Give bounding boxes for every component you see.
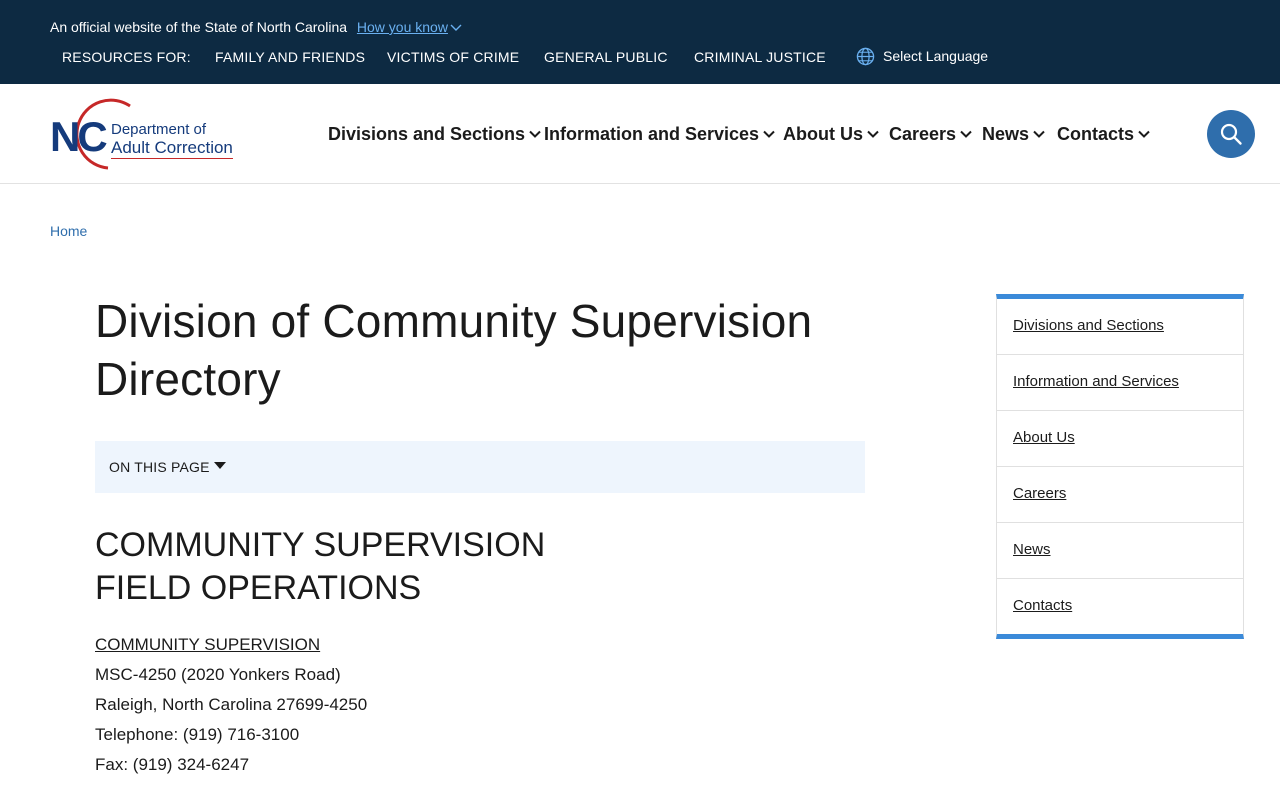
nav-label: News [982,124,1030,144]
chevron-down-icon [529,130,541,138]
address-line-1: MSC-4250 (2020 Yonkers Road) [95,665,341,684]
official-notice: An official website of the State of Nort… [50,17,462,37]
nav-label: Information and Services [544,124,760,144]
sidebar-item-label: Contacts [1013,597,1073,614]
caret-down-icon [213,461,226,469]
address-line-2: Raleigh, North Carolina 27699-4250 [95,695,368,714]
contact-address: COMMUNITY SUPERVISION MSC-4250 (2020 Yon… [95,630,367,780]
resources-label: RESOURCES FOR: [62,49,191,65]
section-heading: COMMUNITY SUPERVISION FIELD OPERATIONS [95,524,695,610]
logo-adult-correction-text: Adult Correction [111,138,233,159]
site-header: NC Department of Adult Correction Divisi… [0,84,1280,184]
resource-general-public[interactable]: GENERAL PUBLIC [544,47,668,67]
chevron-down-icon [1138,130,1150,138]
how-you-know-link[interactable]: How you know [357,19,462,35]
sidebar-item-divisions-and-sections[interactable]: Divisions and Sections [997,299,1243,355]
nav-label: Divisions and Sections [328,124,526,144]
address-fax: Fax: (919) 324-6247 [95,755,250,774]
address-telephone: Telephone: (919) 716-3100 [95,725,300,744]
resource-victims-of-crime[interactable]: VICTIMS OF CRIME [387,47,519,67]
on-this-page-label: ON THIS PAGE [109,459,210,475]
select-language-button[interactable]: Select Language [856,46,988,66]
nav-label: About Us [783,124,863,144]
sidebar-nav: Divisions and Sections Information and S… [996,294,1244,639]
chevron-down-icon [450,24,462,32]
section-heading-line-1: COMMUNITY SUPERVISION [95,526,546,564]
nav-label: Careers [889,124,957,144]
resource-criminal-justice[interactable]: CRIMINAL JUSTICE [694,47,826,67]
select-language-label: Select Language [883,48,989,64]
sidebar-item-news[interactable]: News [997,523,1243,579]
address-org-link[interactable]: COMMUNITY SUPERVISION [95,630,367,660]
sidebar-item-label: About Us [1013,429,1075,446]
nav-information-and-services[interactable]: Information and Services [544,122,775,146]
sidebar-item-contacts[interactable]: Contacts [997,579,1243,634]
nav-news[interactable]: News [982,122,1045,146]
how-you-know-label: How you know [356,19,448,35]
on-this-page-toggle[interactable]: ON THIS PAGE [109,458,226,476]
on-this-page-panel: ON THIS PAGE [95,441,865,493]
chevron-down-icon [1033,130,1045,138]
page-title-line-1: Division of Community Supervision [95,295,813,347]
logo-nc: NC [50,113,108,160]
sidebar-item-label: Information and Services [1013,373,1179,390]
section-heading-line-2: FIELD OPERATIONS [95,569,422,607]
sidebar-item-information-and-services[interactable]: Information and Services [997,355,1243,411]
nav-label: Contacts [1057,124,1135,144]
globe-icon [856,47,875,65]
site-logo[interactable]: NC Department of Adult Correction [50,96,250,172]
sidebar-item-label: Careers [1013,485,1067,502]
official-text: An official website of the State of Nort… [50,19,348,35]
sidebar-item-label: News [1013,541,1051,558]
nav-contacts[interactable]: Contacts [1057,122,1150,146]
nav-divisions-and-sections[interactable]: Divisions and Sections [328,122,541,146]
chevron-down-icon [960,130,972,138]
sidebar-item-careers[interactable]: Careers [997,467,1243,523]
chevron-down-icon [867,130,879,138]
logo-department-text: Department of [111,121,207,138]
nav-about-us[interactable]: About Us [783,122,879,146]
search-button[interactable] [1207,110,1255,158]
official-banner: An official website of the State of Nort… [0,0,1280,84]
breadcrumb: Home [50,222,87,240]
sidebar-item-about-us[interactable]: About Us [997,411,1243,467]
resource-family-and-friends[interactable]: FAMILY AND FRIENDS [215,47,365,67]
sidebar-item-label: Divisions and Sections [1013,317,1164,334]
chevron-down-icon [763,130,775,138]
breadcrumb-home-link[interactable]: Home [50,223,87,239]
search-icon [1220,123,1242,145]
page-title-line-2: Directory [95,353,281,405]
page-title: Division of Community Supervision Direct… [95,292,895,408]
nav-careers[interactable]: Careers [889,122,972,146]
